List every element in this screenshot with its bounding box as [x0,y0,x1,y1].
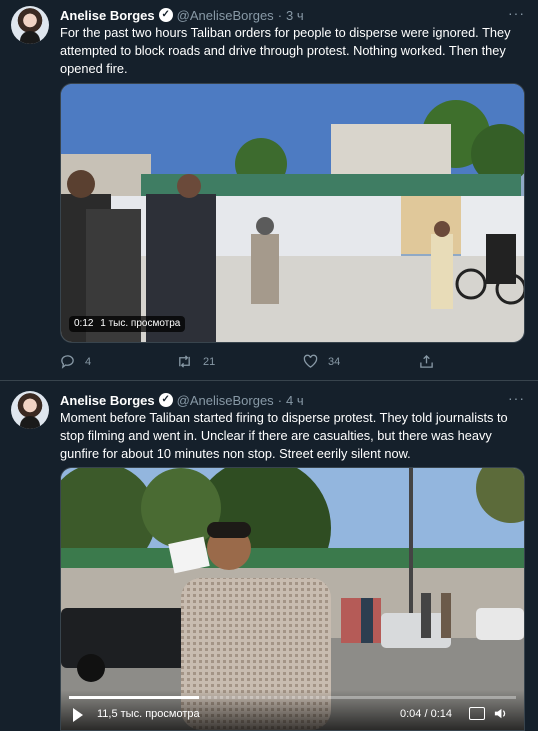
heart-icon [303,354,318,368]
retweet-button[interactable]: 21 [176,354,215,369]
tweet-1[interactable]: Anelise Borges ✓ @AneliseBorges · 3 ч ··… [0,0,538,381]
verified-icon: ✓ [158,393,173,407]
video-frame [61,84,524,342]
author-name[interactable]: Anelise Borges [60,393,155,408]
tweet-text: Moment before Taliban started firing to … [60,410,508,461]
view-count: 11,5 тыс. просмотра [97,708,200,720]
like-count: 34 [328,355,341,368]
more-options-icon[interactable]: ··· [508,391,524,409]
reply-icon [61,355,74,369]
like-button[interactable]: 34 [303,354,340,369]
tweet-video[interactable]: 11,5 тыс. просмотра 0:04 / 0:14 [60,467,525,731]
avatar[interactable] [11,6,49,44]
tweet-header: Anelise Borges ✓ @AneliseBorges · 4 ч [60,391,304,409]
more-options-icon[interactable]: ··· [508,6,524,24]
reply-button[interactable]: 4 [60,354,91,369]
tweet-video[interactable]: 0:12 1 тыс. просмотра [60,83,525,343]
video-time: 0:12 [74,318,94,329]
video-info-badge: 0:12 1 тыс. просмотра [69,316,186,332]
share-button[interactable] [419,354,434,369]
tweet-2[interactable]: Anelise Borges ✓ @AneliseBorges · 4 ч ··… [0,381,538,731]
video-controls: 11,5 тыс. просмотра 0:04 / 0:14 [61,690,524,730]
verified-icon: ✓ [158,8,173,22]
separator: · [277,392,283,408]
progress-fill [69,696,199,699]
avatar[interactable] [11,391,49,429]
tweet-header: Anelise Borges ✓ @AneliseBorges · 3 ч [60,6,304,24]
time-display: 0:04 / 0:14 [400,708,452,720]
retweet-icon [179,355,190,368]
separator: · [277,7,283,23]
author-handle[interactable]: @AneliseBorges [177,393,274,408]
tweet-time[interactable]: 3 ч [286,8,304,23]
tweet-actions: 4 21 34 [60,354,500,370]
view-count: 1 тыс. просмотра [100,318,181,329]
author-handle[interactable]: @AneliseBorges [177,8,274,23]
volume-icon[interactable] [493,706,508,721]
author-name[interactable]: Anelise Borges [60,8,155,23]
reply-count: 4 [85,355,92,368]
gif-icon[interactable] [469,707,485,720]
progress-track[interactable] [69,696,516,699]
tweet-time[interactable]: 4 ч [286,393,304,408]
play-icon[interactable] [73,708,83,722]
share-icon [420,354,433,368]
retweet-count: 21 [203,355,216,368]
tweet-text: For the past two hours Taliban orders fo… [60,25,511,76]
